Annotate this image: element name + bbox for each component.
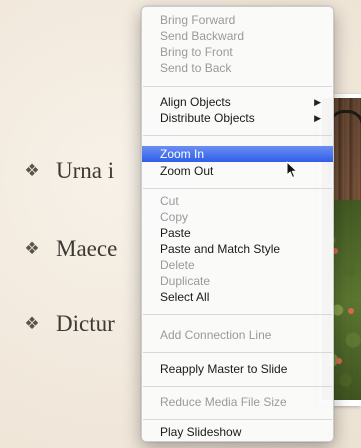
menu-item-delete[interactable]: Delete bbox=[142, 257, 333, 273]
diamond-bullet-icon: ❖ bbox=[24, 239, 40, 258]
photo-flower bbox=[348, 308, 354, 314]
bullet-text[interactable]: Maece bbox=[56, 236, 117, 262]
bullet-text[interactable]: Dictur bbox=[56, 311, 115, 337]
menu-separator bbox=[143, 188, 332, 189]
menu-item-align-objects[interactable]: Align Objects ▶ bbox=[142, 94, 333, 110]
context-menu: Bring Forward Send Backward Bring to Fro… bbox=[141, 6, 334, 442]
diamond-bullet-icon: ❖ bbox=[24, 314, 40, 333]
submenu-arrow-icon: ▶ bbox=[314, 97, 321, 107]
arrow-cursor-icon bbox=[286, 161, 298, 178]
menu-item-label: Distribute Objects bbox=[160, 111, 255, 125]
menu-item-paste-and-match-style[interactable]: Paste and Match Style bbox=[142, 241, 333, 257]
bullet-text[interactable]: Urna i bbox=[56, 158, 114, 184]
bullet-item[interactable]: ❖ Urna i bbox=[22, 158, 114, 184]
submenu-arrow-icon: ▶ bbox=[314, 113, 321, 123]
photo-flower bbox=[336, 358, 342, 364]
menu-item-bring-to-front[interactable]: Bring to Front bbox=[142, 44, 333, 60]
menu-separator bbox=[143, 352, 332, 353]
menu-separator bbox=[143, 419, 332, 420]
menu-item-reapply-master[interactable]: Reapply Master to Slide bbox=[142, 361, 333, 377]
menu-item-send-backward[interactable]: Send Backward bbox=[142, 28, 333, 44]
menu-item-zoom-in[interactable]: Zoom In bbox=[142, 146, 333, 162]
menu-item-bring-forward[interactable]: Bring Forward bbox=[142, 12, 333, 28]
menu-item-copy[interactable]: Copy bbox=[142, 209, 333, 225]
menu-item-label: Align Objects bbox=[160, 95, 231, 109]
menu-item-send-to-back[interactable]: Send to Back bbox=[142, 60, 333, 76]
menu-separator bbox=[143, 314, 332, 315]
menu-item-zoom-out[interactable]: Zoom Out bbox=[142, 163, 333, 179]
diamond-bullet-icon: ❖ bbox=[24, 161, 40, 180]
menu-separator bbox=[143, 86, 332, 87]
menu-separator bbox=[143, 386, 332, 387]
menu-item-play-slideshow[interactable]: Play Slideshow bbox=[142, 424, 333, 440]
menu-item-add-connection-line[interactable]: Add Connection Line bbox=[142, 327, 333, 343]
menu-item-select-all[interactable]: Select All bbox=[142, 289, 333, 305]
menu-item-distribute-objects[interactable]: Distribute Objects ▶ bbox=[142, 110, 333, 126]
menu-item-paste[interactable]: Paste bbox=[142, 225, 333, 241]
bullet-item[interactable]: ❖ Maece bbox=[22, 236, 117, 262]
menu-item-cut[interactable]: Cut bbox=[142, 193, 333, 209]
menu-item-reduce-media-file-size[interactable]: Reduce Media File Size bbox=[142, 394, 333, 410]
bullet-item[interactable]: ❖ Dictur bbox=[22, 311, 115, 337]
menu-separator bbox=[143, 135, 332, 136]
menu-item-duplicate[interactable]: Duplicate bbox=[142, 273, 333, 289]
